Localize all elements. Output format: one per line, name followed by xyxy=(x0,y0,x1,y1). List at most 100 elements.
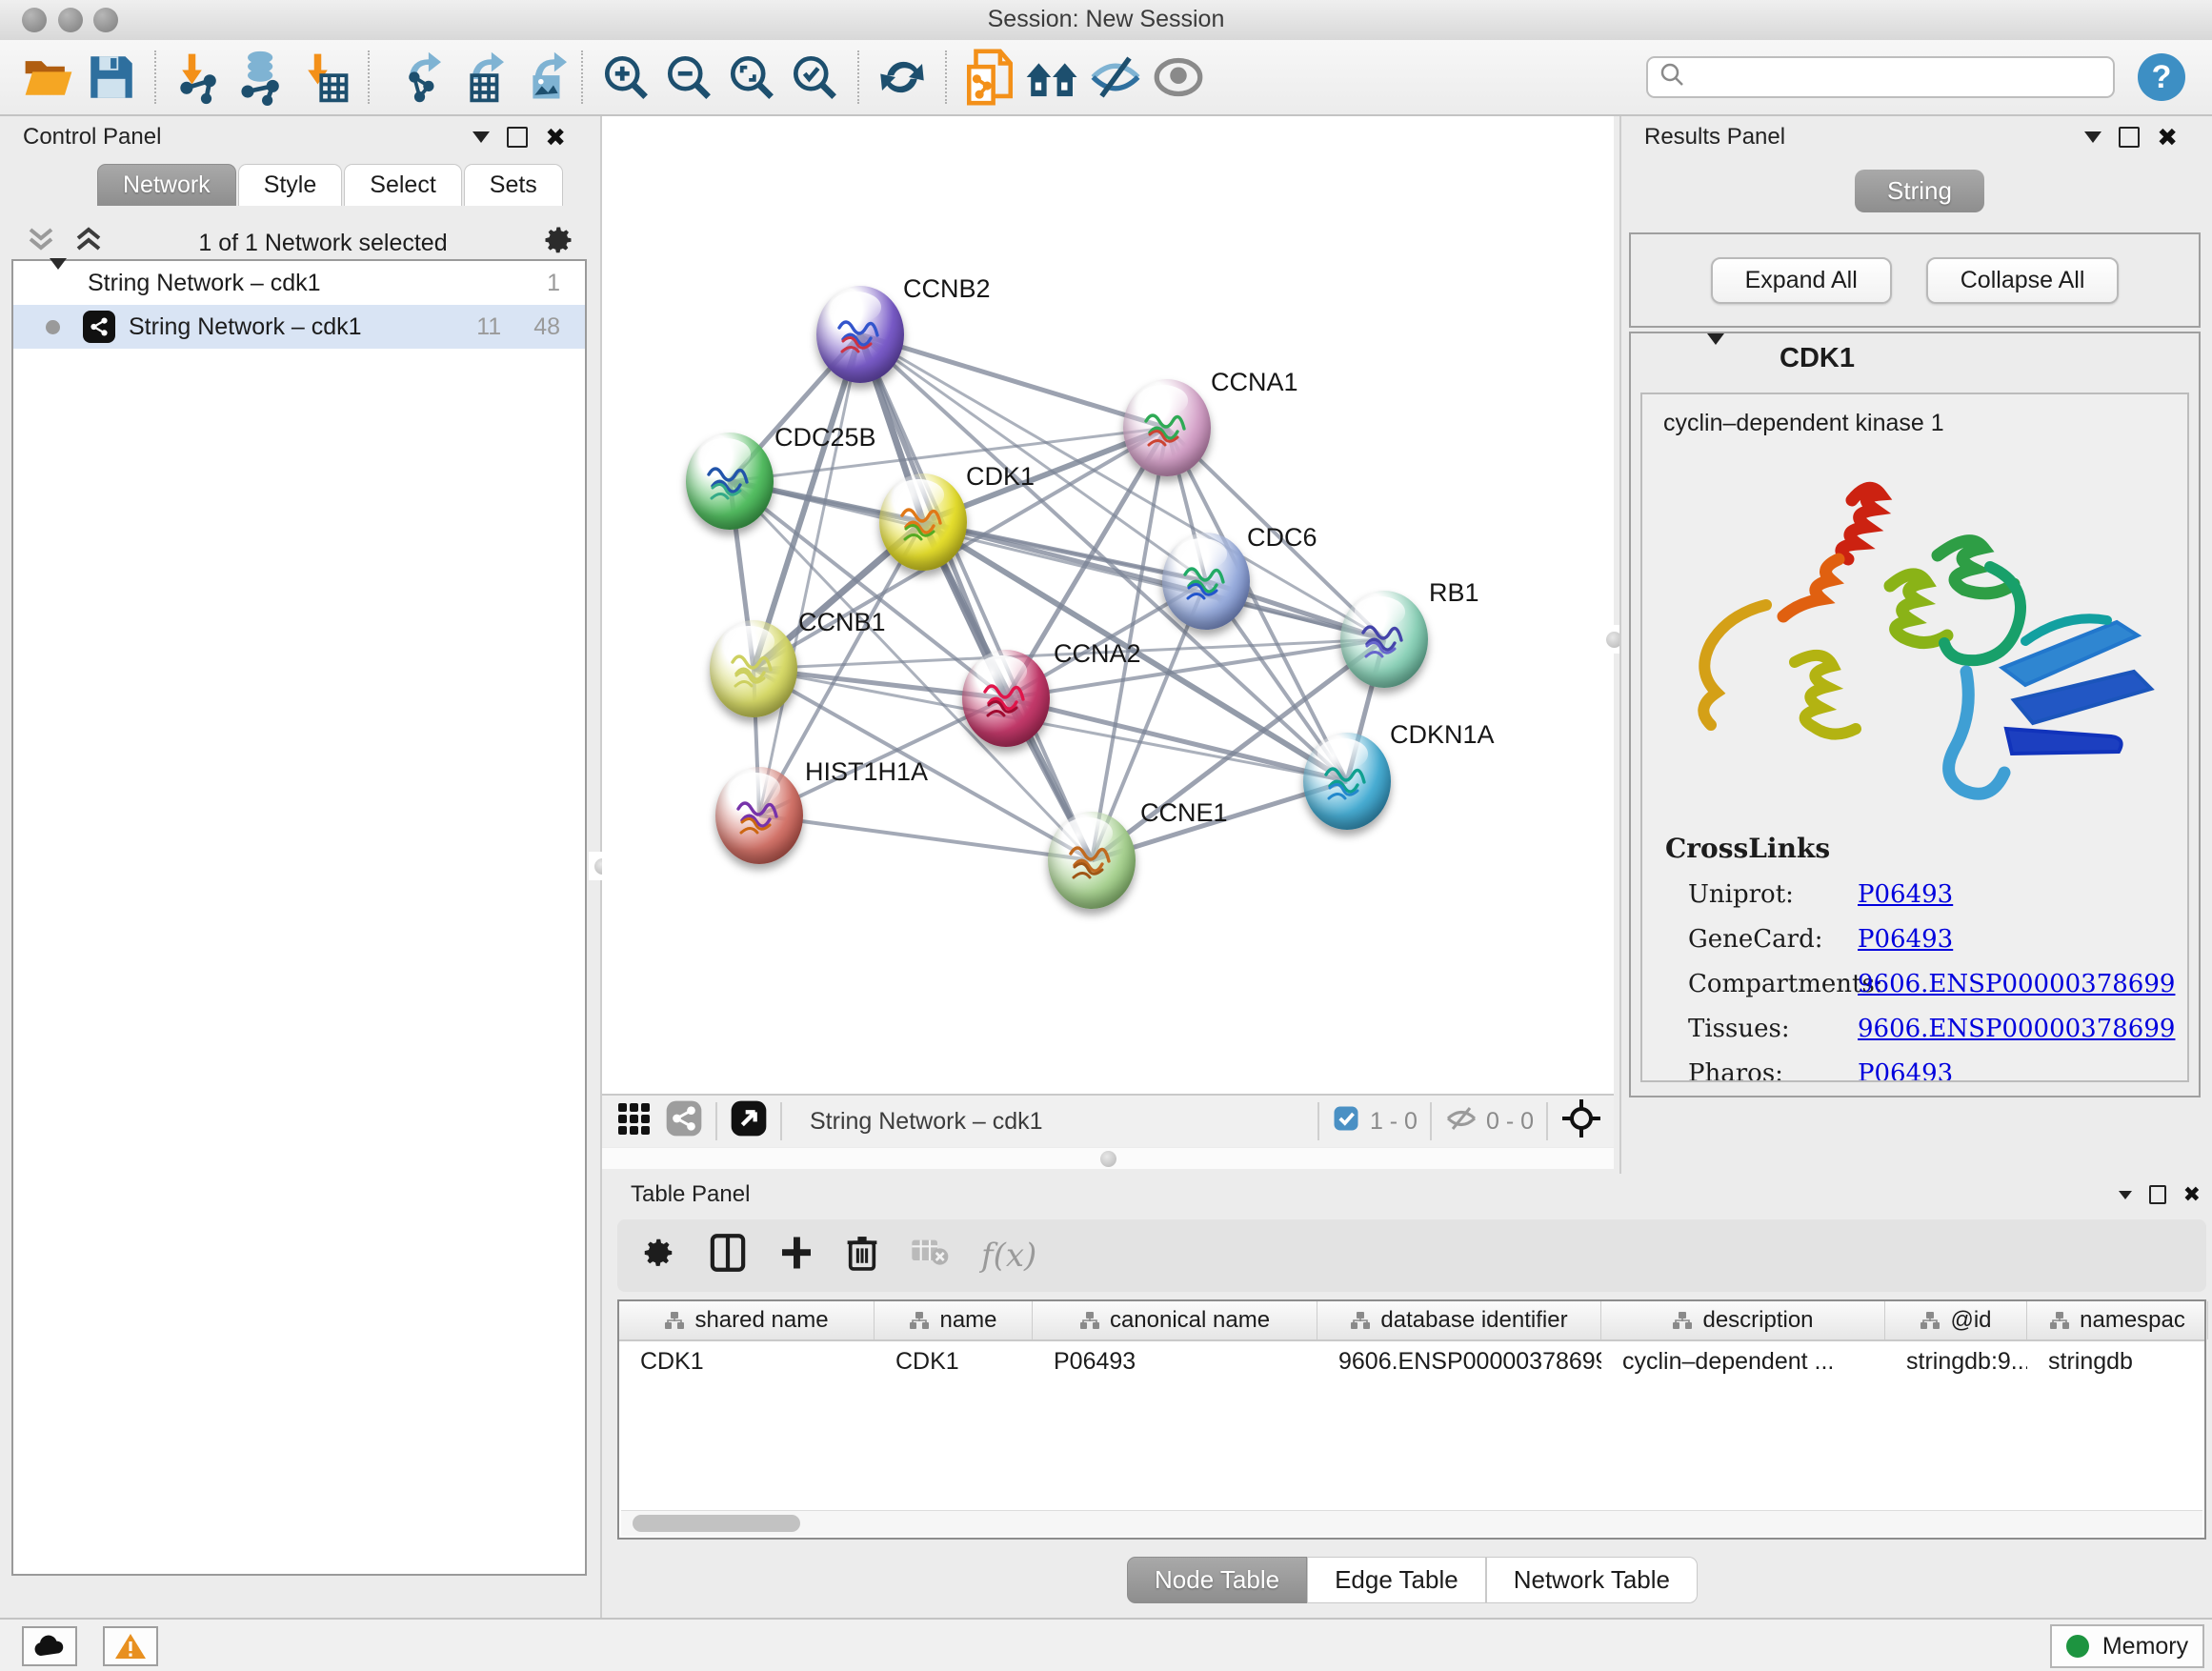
node-CCNE1[interactable] xyxy=(1048,812,1136,909)
toolbar-button-import-network-database[interactable] xyxy=(231,46,293,109)
panel-float-icon[interactable] xyxy=(2149,1185,2166,1204)
network-overview-icon[interactable] xyxy=(665,1099,703,1144)
cloud-status-button[interactable] xyxy=(22,1626,77,1666)
search-input[interactable] xyxy=(1686,63,2090,91)
edge-HIST1H1A-CCNE1[interactable] xyxy=(759,815,1092,860)
panel-float-icon[interactable] xyxy=(2119,127,2140,148)
collection-count: 1 xyxy=(547,270,560,297)
node-CCNA2[interactable] xyxy=(962,650,1050,747)
select-columns-icon[interactable] xyxy=(709,1233,747,1279)
application-window: Session: New Session ? Control Panel ✖ N… xyxy=(0,0,2212,1671)
fit-content-crosshair-icon[interactable] xyxy=(1560,1097,1602,1146)
edge-CCNB2-HIST1H1A[interactable] xyxy=(759,334,860,815)
panel-menu-icon[interactable] xyxy=(2119,1191,2132,1199)
detach-view-icon[interactable] xyxy=(730,1099,768,1144)
collapse-all-button[interactable]: Collapse All xyxy=(1926,257,2120,304)
panel-menu-icon[interactable] xyxy=(473,131,490,143)
tab-network[interactable]: Network xyxy=(97,164,236,206)
tab-sets[interactable]: Sets xyxy=(464,164,563,206)
collapse-entry-icon[interactable] xyxy=(1707,345,1724,372)
network-view[interactable]: CCNB2 CCNA1 CDC25B CDK1 CDC6 RB1 CCNB1 C… xyxy=(602,116,1614,1094)
toolbar-button-export-network[interactable] xyxy=(381,46,444,109)
panel-float-icon[interactable] xyxy=(507,127,528,148)
node-RB1[interactable] xyxy=(1340,591,1428,688)
memory-button[interactable]: Memory xyxy=(2050,1624,2204,1668)
toolbar-button-open-session[interactable] xyxy=(17,46,80,109)
edge-CCNB2-CCNA1[interactable] xyxy=(860,334,1167,428)
node-CCNA1[interactable] xyxy=(1123,379,1211,476)
toolbar-button-show-all[interactable] xyxy=(1147,46,1210,109)
node-label-CCNA2: CCNA2 xyxy=(1054,639,1141,669)
panel-close-icon[interactable]: ✖ xyxy=(2183,1185,2201,1204)
table-horizontal-scrollbar[interactable] xyxy=(621,1510,2202,1536)
add-column-icon[interactable] xyxy=(779,1234,814,1278)
warning-status-button[interactable] xyxy=(103,1626,158,1666)
column-header-namespac[interactable]: namespac xyxy=(2027,1301,2208,1339)
structure-thumbnail xyxy=(723,641,784,698)
column-header-canonical-name[interactable]: canonical name xyxy=(1033,1301,1317,1339)
scrollbar-thumb[interactable] xyxy=(633,1515,800,1532)
network-options-gear-icon[interactable] xyxy=(541,223,575,264)
toolbar-button-zoom-fit[interactable] xyxy=(720,46,783,109)
memory-label: Memory xyxy=(2102,1633,2188,1661)
birdseye-grid-icon[interactable] xyxy=(615,1100,652,1143)
protein-structure-image xyxy=(1652,443,2187,823)
column-header-@id[interactable]: @id xyxy=(1885,1301,2027,1339)
tab-select[interactable]: Select xyxy=(344,164,461,206)
control-panel-title: Control Panel xyxy=(23,124,161,151)
delete-column-trash-icon[interactable] xyxy=(846,1234,878,1278)
help-button[interactable]: ? xyxy=(2136,51,2187,103)
toolbar-button-import-table-file[interactable] xyxy=(293,46,356,109)
tab-network-table[interactable]: Network Table xyxy=(1486,1557,1698,1603)
search-field[interactable] xyxy=(1646,56,2115,98)
toolbar-button-export-table[interactable] xyxy=(444,46,507,109)
svg-text:?: ? xyxy=(2152,59,2172,95)
crosslink-link[interactable]: 9606.ENSP00000378699 xyxy=(1858,1015,2175,1043)
crosslink-link[interactable]: 9606.ENSP00000378699 xyxy=(1858,970,2175,998)
toolbar-button-zoom-selected[interactable] xyxy=(783,46,846,109)
tab-edge-table[interactable]: Edge Table xyxy=(1307,1557,1486,1603)
tab-style[interactable]: Style xyxy=(238,164,343,206)
network-row-selected[interactable]: String Network – cdk1 11 48 xyxy=(13,305,585,349)
toolbar-button-save-session[interactable] xyxy=(80,46,143,109)
panel-close-icon[interactable]: ✖ xyxy=(2157,128,2178,147)
crosslink-link[interactable]: P06493 xyxy=(1858,1059,1953,1082)
crosslink-label: Pharos: xyxy=(1688,1059,1858,1082)
toolbar-button-zoom-out[interactable] xyxy=(657,46,720,109)
toolbar-button-export-image[interactable] xyxy=(507,46,570,109)
column-header-database-identifier[interactable]: database identifier xyxy=(1317,1301,1601,1339)
column-header-shared-name[interactable]: shared name xyxy=(619,1301,875,1339)
expand-all-networks-icon[interactable] xyxy=(72,226,105,261)
tab-node-table[interactable]: Node Table xyxy=(1127,1557,1307,1603)
table-settings-gear-icon[interactable] xyxy=(640,1235,676,1278)
toolbar-button-hide-selected[interactable] xyxy=(1084,46,1147,109)
panel-close-icon[interactable]: ✖ xyxy=(545,128,566,147)
node-label-CDC6: CDC6 xyxy=(1247,523,1317,553)
table-row[interactable]: CDK1CDK1P064939606.ENSP00000378699cyclin… xyxy=(619,1341,2204,1381)
node-CCNB2[interactable] xyxy=(816,286,904,383)
toolbar-button-import-string-network[interactable] xyxy=(958,46,1021,109)
column-header-name[interactable]: name xyxy=(875,1301,1033,1339)
toolbar-button-import-network-file[interactable] xyxy=(168,46,231,109)
node-CDK1[interactable] xyxy=(879,473,967,571)
node-HIST1H1A[interactable] xyxy=(715,767,803,864)
network-collection-row[interactable]: String Network – cdk1 1 xyxy=(13,261,585,305)
node-CDC25B[interactable] xyxy=(686,433,774,530)
horizontal-splitter[interactable] xyxy=(602,1148,1614,1169)
toolbar-button-refresh-view[interactable] xyxy=(871,46,934,109)
node-label-HIST1H1A: HIST1H1A xyxy=(805,757,928,787)
tab-string[interactable]: String xyxy=(1855,170,1984,212)
crosslink-link[interactable]: P06493 xyxy=(1858,880,1953,909)
node-CCNB1[interactable] xyxy=(710,620,797,717)
expand-all-button[interactable]: Expand All xyxy=(1711,257,1892,304)
toolbar-button-zoom-in[interactable] xyxy=(594,46,657,109)
column-header-description[interactable]: description xyxy=(1601,1301,1885,1339)
node-CDKN1A[interactable] xyxy=(1303,733,1391,830)
table-cell: stringdb xyxy=(2027,1348,2208,1376)
node-CDC6[interactable] xyxy=(1162,533,1250,630)
toolbar-button-string-home[interactable] xyxy=(1021,46,1084,109)
crosslink-link[interactable]: P06493 xyxy=(1858,925,1953,954)
results-panel-title: Results Panel xyxy=(1644,124,1785,151)
collapse-all-networks-icon[interactable] xyxy=(25,226,57,261)
panel-menu-icon[interactable] xyxy=(2084,131,2101,143)
